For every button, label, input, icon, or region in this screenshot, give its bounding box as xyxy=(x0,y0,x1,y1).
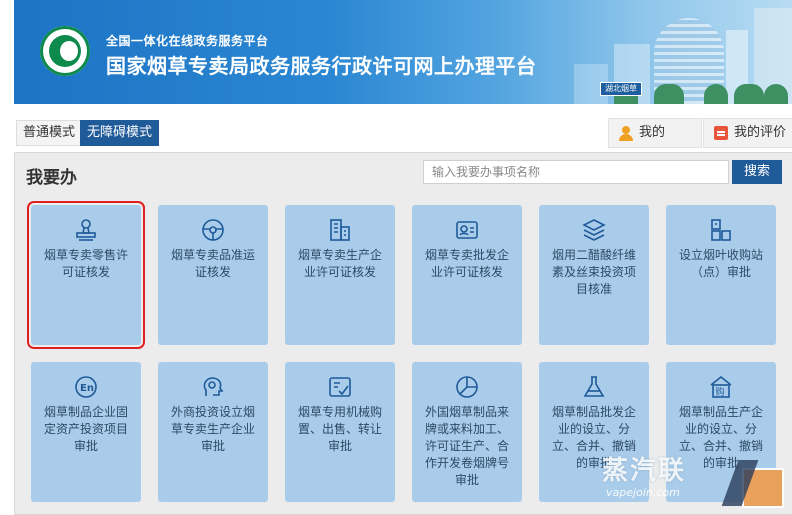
service-tile[interactable]: 烟草专卖生产企业许可证核发 xyxy=(285,205,395,345)
service-tile[interactable]: 烟草专用机械购置、出售、转让审批 xyxy=(285,362,395,502)
service-tile[interactable]: 烟用二醋酸纤维素及丝束投资项目核准 xyxy=(539,205,649,345)
building-icon xyxy=(327,217,353,243)
head-gear-icon xyxy=(200,374,226,400)
search-input[interactable] xyxy=(423,160,729,184)
checklist-icon xyxy=(327,374,353,400)
layers-icon xyxy=(581,217,607,243)
service-tile-label: 烟草专卖零售许可证核发 xyxy=(43,248,128,279)
service-tile-label: 外商投资设立烟草专卖生产企业审批 xyxy=(170,405,255,453)
id-card-icon xyxy=(454,217,480,243)
search-button[interactable]: 搜索 xyxy=(732,160,782,184)
header-banner: 湖北烟草 全国一体化在线政务服务平台 国家烟草专卖局政务服务行政许可网上办理平台 xyxy=(14,0,792,104)
mine-button[interactable]: 我的 xyxy=(608,118,702,148)
service-tile[interactable]: 外商投资设立烟草专卖生产企业审批 xyxy=(158,362,268,502)
my-evaluation-label: 我的评价 xyxy=(734,125,787,140)
comment-icon xyxy=(714,126,728,140)
service-tile[interactable]: En 烟草制品企业固定资产投资项目审批 xyxy=(31,362,141,502)
mode-bar: 普通模式 无障碍模式 我的 我的评价 xyxy=(14,114,792,148)
svg-text:En: En xyxy=(80,383,94,394)
platform-title: 国家烟草专卖局政务服务行政许可网上办理平台 xyxy=(106,54,537,78)
my-evaluation-button[interactable]: 我的评价 xyxy=(703,118,792,148)
service-tile-label: 烟草制品生产企业的设立、分立、合并、撤销的审批 xyxy=(678,405,763,470)
service-tile[interactable]: 外国烟草制品来牌或来料加工、许可证生产、合作开发卷烟牌号审批 xyxy=(412,362,522,502)
banner-tree xyxy=(734,84,764,104)
flask-icon xyxy=(581,374,607,400)
building-sign: 湖北烟草 xyxy=(600,82,642,96)
service-tile-label: 烟草制品批发企业的设立、分立、合并、撤销的审批 xyxy=(551,405,636,470)
normal-mode-button[interactable]: 普通模式 xyxy=(16,120,83,146)
service-tile-label: 烟草制品企业固定资产投资项目审批 xyxy=(43,405,128,453)
service-tile-label: 烟草专用机械购置、出售、转让审批 xyxy=(297,405,382,453)
en-circle-icon: En xyxy=(73,374,99,400)
panel-title: 我要办 xyxy=(26,168,77,188)
shopping-house-icon: 购 xyxy=(708,374,734,400)
steering-wheel-icon xyxy=(200,217,226,243)
accessible-mode-button[interactable]: 无障碍模式 xyxy=(80,120,160,146)
service-tile[interactable]: 烟草专卖零售许可证核发 xyxy=(27,201,145,349)
banner-tree xyxy=(654,84,684,104)
service-tile-label: 烟草专卖品准运证核发 xyxy=(170,248,255,279)
service-tile[interactable]: 购 烟草制品生产企业的设立、分立、合并、撤销的审批 xyxy=(666,362,776,502)
grid-blocks-icon xyxy=(708,217,734,243)
service-tile-label: 烟草专卖生产企业许可证核发 xyxy=(297,248,382,279)
mine-label: 我的 xyxy=(639,125,666,140)
service-tile-label: 外国烟草制品来牌或来料加工、许可证生产、合作开发卷烟牌号审批 xyxy=(424,405,509,487)
platform-subtitle: 全国一体化在线政务服务平台 xyxy=(106,34,269,48)
service-tile-label: 设立烟叶收购站（点）审批 xyxy=(678,248,763,279)
banner-tree xyxy=(704,84,728,104)
service-tile-label: 烟用二醋酸纤维素及丝束投资项目核准 xyxy=(551,248,636,296)
banner-tree xyxy=(764,84,788,104)
service-tile[interactable]: 设立烟叶收购站（点）审批 xyxy=(666,205,776,345)
tobacco-logo-icon xyxy=(40,26,90,76)
service-tile-label: 烟草专卖批发企业许可证核发 xyxy=(424,248,509,279)
service-tile[interactable]: 烟草制品批发企业的设立、分立、合并、撤销的审批 xyxy=(539,362,649,502)
person-icon xyxy=(619,126,633,141)
pie-chart-icon xyxy=(454,374,480,400)
svg-text:购: 购 xyxy=(716,386,725,398)
service-tile[interactable]: 烟草专卖品准运证核发 xyxy=(158,205,268,345)
service-tile[interactable]: 烟草专卖批发企业许可证核发 xyxy=(412,205,522,345)
stamp-icon xyxy=(73,217,99,243)
services-panel: 我要办 搜索 烟草专卖零售许可证核发 烟草专卖品准运证核发 烟草专卖生产企业许可… xyxy=(14,152,792,515)
